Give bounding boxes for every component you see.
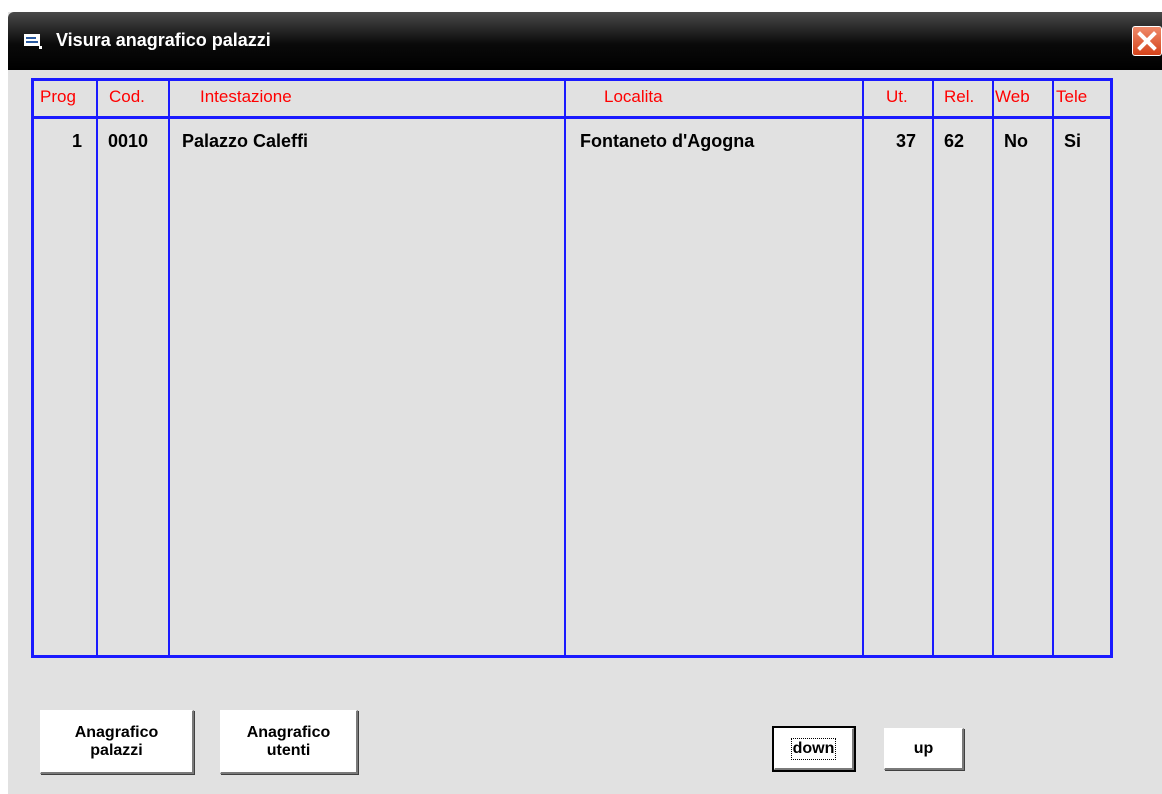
anagrafico-palazzi-button[interactable]: Anagrafico palazzi [40,710,194,774]
cell-web: No [1004,131,1028,151]
cell-ut: 37 [896,131,917,151]
cell-rel: 62 [944,131,965,151]
down-button-label: down [790,737,837,760]
palazzi-grid[interactable]: Prog Cod. Intestazione Localita Ut. Rel.… [31,78,1113,658]
column-divider [932,81,934,655]
button-label-line2: utenti [266,741,311,759]
header-web: Web [995,87,1030,106]
button-label-line2: palazzi [90,741,143,759]
button-label-line1: Anagrafico [74,723,159,741]
title-bar[interactable]: Visura anagrafico palazzi [8,12,1162,70]
header-ut: Ut. [886,87,908,106]
cell-tele: Si [1064,131,1082,151]
header-cod: Cod. [109,87,145,106]
column-divider [168,81,170,655]
header-intestazione: Intestazione [200,87,292,106]
cell-localita: Fontaneto d'Agogna [580,131,755,151]
header-tele: Tele [1056,87,1088,106]
close-button[interactable] [1132,26,1162,56]
window-title: Visura anagrafico palazzi [56,30,271,50]
up-button-label: up [913,739,934,757]
down-button[interactable]: down [772,726,856,772]
cell-cod: 0010 [108,131,149,151]
close-icon [1137,31,1157,51]
main-window: Visura anagrafico palazzi Prog Cod. Inte… [8,12,1162,794]
app-icon [24,34,42,49]
cell-prog: 1 [72,131,83,151]
button-label-line1: Anagrafico [246,723,331,741]
header-prog: Prog [40,87,76,106]
header-localita: Localita [604,87,663,106]
column-divider [96,81,98,655]
column-divider [1052,81,1054,655]
anagrafico-utenti-button[interactable]: Anagrafico utenti [220,710,358,774]
up-button[interactable]: up [884,728,964,770]
header-rel: Rel. [944,87,975,106]
column-divider [564,81,566,655]
cell-intestazione: Palazzo Caleffi [182,131,309,151]
header-divider [34,116,1110,119]
column-divider [862,81,864,655]
column-divider [992,81,994,655]
